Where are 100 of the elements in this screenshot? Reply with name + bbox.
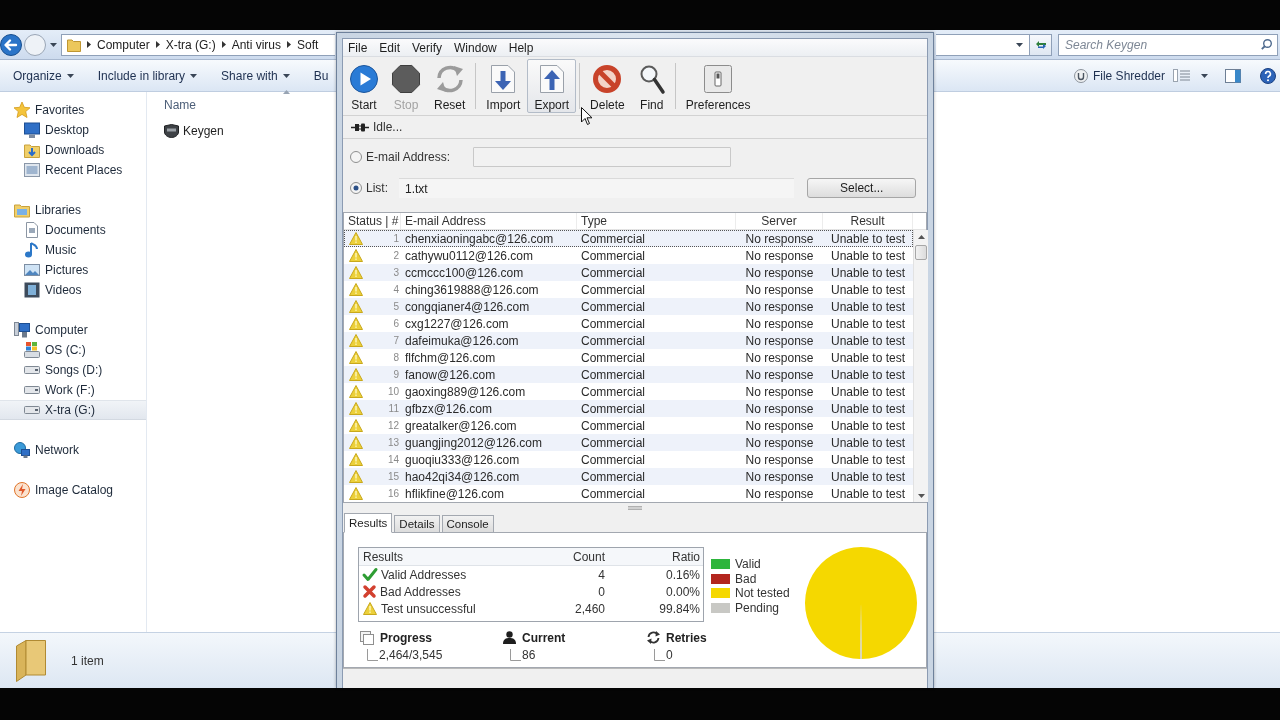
table-cell-text: 0.16% xyxy=(664,567,701,582)
nav-item[interactable]: Computer xyxy=(0,320,146,340)
warning-icon xyxy=(349,266,363,279)
chevron-right-icon xyxy=(155,41,160,48)
address-field[interactable]: Computer X-tra (G:) Anti virus Soft xyxy=(61,33,335,56)
select-button[interactable]: Select... xyxy=(807,178,916,198)
nav-item[interactable]: Desktop xyxy=(0,120,146,140)
breadcrumb-item[interactable]: X-tra (G:) xyxy=(165,37,216,52)
toolbar-button[interactable]: Start xyxy=(343,59,385,113)
command-button[interactable]: Organize xyxy=(13,68,74,83)
command-button[interactable]: File Shredder xyxy=(1073,68,1165,83)
table-cell-text: Unable to test xyxy=(829,418,906,433)
column-header[interactable]: Name xyxy=(164,98,196,112)
nav-item[interactable]: Recent Places xyxy=(0,160,146,180)
nav-item[interactable]: Documents xyxy=(0,220,146,240)
row-number: 2 xyxy=(393,250,399,261)
tab[interactable]: Console xyxy=(441,515,494,532)
nav-item[interactable]: OS (C:) xyxy=(0,340,146,360)
toolbar-button[interactable]: Export xyxy=(527,59,577,113)
nav-item[interactable]: Songs (D:) xyxy=(0,360,146,380)
menu-item[interactable]: Edit xyxy=(379,40,401,55)
table-cell-text: 99.84% xyxy=(658,601,701,616)
tree-line-icon xyxy=(510,649,521,661)
nav-item[interactable]: Network xyxy=(0,440,146,460)
file-name[interactable]: Keygen xyxy=(183,124,224,138)
address-dropdown-button[interactable] xyxy=(936,33,1030,56)
pane-icon xyxy=(1225,68,1241,83)
caret-down-icon[interactable] xyxy=(917,494,925,498)
menu-item[interactable]: Verify xyxy=(412,40,443,55)
command-button[interactable]: Share with xyxy=(221,68,290,83)
table-row[interactable]: 1 chenxiaoningabc@126.com Commercial No response Unable to test xyxy=(344,230,913,247)
warning-icon xyxy=(349,368,363,381)
tab[interactable]: Details xyxy=(394,515,440,532)
table-row[interactable]: 15 hao42qi34@126.com Commercial No response Unable to test xyxy=(344,468,913,485)
column-header[interactable]: E-mail Address xyxy=(405,214,486,228)
column-header[interactable]: Server xyxy=(761,214,797,228)
command-button[interactable]: Include in library xyxy=(97,68,198,83)
table-cell-text: Commercial xyxy=(580,367,646,382)
film-icon xyxy=(24,282,40,298)
toolbar-button[interactable]: Import xyxy=(479,59,528,113)
warning-icon xyxy=(349,351,363,364)
nav-item[interactable]: X-tra (G:) xyxy=(0,400,146,420)
row-number: 1 xyxy=(393,233,399,244)
menu-item[interactable]: File xyxy=(348,40,368,55)
caret-down-icon xyxy=(1201,73,1208,78)
table-row[interactable]: 13 guangjing2012@126.com Commercial No response Unable to test xyxy=(344,434,913,451)
preview-pane-button[interactable] xyxy=(1225,68,1241,83)
file-path-field[interactable]: 1.txt xyxy=(399,178,795,198)
picture-icon xyxy=(24,262,40,278)
table-row[interactable]: 11 gfbzx@126.com Commercial No response Unable to test xyxy=(344,400,913,417)
nav-item[interactable]: Music xyxy=(0,240,146,260)
refresh-button[interactable] xyxy=(1030,33,1052,56)
table-cell-text: Unable to test xyxy=(829,435,906,450)
view-button[interactable] xyxy=(1173,69,1190,82)
nav-item[interactable]: Pictures xyxy=(0,260,146,280)
toolbar-button[interactable]: Reset xyxy=(427,59,473,113)
menu-item[interactable]: Window xyxy=(454,40,497,55)
toolbar-button[interactable]: Find xyxy=(631,59,672,113)
warning-icon xyxy=(349,487,363,500)
column-header[interactable]: Result xyxy=(850,214,885,228)
table-row[interactable]: 5 congqianer4@126.com Commercial No response Unable to test xyxy=(344,298,913,315)
nav-item[interactable]: Image Catalog xyxy=(0,480,146,500)
warning-icon xyxy=(349,453,363,466)
toolbar-button[interactable]: Delete xyxy=(583,59,632,113)
scrollbar-thumb[interactable] xyxy=(915,245,927,260)
nav-item[interactable]: Favorites xyxy=(0,100,146,120)
scrollbar[interactable] xyxy=(913,230,928,502)
row-number: 16 xyxy=(387,488,399,499)
radio-button[interactable] xyxy=(350,151,362,163)
table-cell-text: No response xyxy=(744,418,815,433)
radio-button[interactable] xyxy=(350,182,362,194)
table-cell: Test unsuccessful xyxy=(381,601,476,616)
view-menu-button[interactable] xyxy=(1201,73,1208,78)
breadcrumb-item[interactable]: Computer xyxy=(97,37,150,52)
nav-item[interactable]: Libraries xyxy=(0,200,146,220)
caret-up-icon[interactable] xyxy=(917,235,925,239)
nav-item[interactable]: Downloads xyxy=(0,140,146,160)
help-button[interactable] xyxy=(1260,67,1276,84)
column-header[interactable]: Status | # xyxy=(348,214,399,228)
table-row[interactable]: 9 fanow@126.com Commercial No response Unable to test xyxy=(344,366,913,383)
breadcrumb-item[interactable]: Soft xyxy=(297,37,319,52)
table-cell-text: 0.00% xyxy=(664,584,701,599)
table-row[interactable]: 3 ccmccc100@126.com Commercial No response Unable to test xyxy=(344,264,913,281)
grip-icon[interactable] xyxy=(628,505,642,510)
column-header: Count xyxy=(571,549,606,564)
breadcrumb-item[interactable]: Anti virus xyxy=(231,37,282,52)
row-number: 8 xyxy=(393,352,399,363)
command-button[interactable]: Bu xyxy=(313,68,329,83)
table-cell-text: cathywu0112@126.com xyxy=(404,248,535,263)
nav-item[interactable]: Work (F:) xyxy=(0,380,146,400)
toolbar-button[interactable]: Preferences xyxy=(678,59,758,113)
nav-item[interactable]: Videos xyxy=(0,280,146,300)
table-cell-text: No response xyxy=(744,469,815,484)
column-header[interactable]: Type xyxy=(581,214,607,228)
table-cell-text: dafeimuka@126.com xyxy=(404,333,520,348)
chevron-right-icon xyxy=(287,41,292,48)
tab[interactable]: Results xyxy=(344,513,393,533)
table-row[interactable]: 7 dafeimuka@126.com Commercial No response Unable to test xyxy=(344,332,913,349)
menu-item[interactable]: Help xyxy=(508,40,534,55)
warning-icon xyxy=(349,385,363,398)
